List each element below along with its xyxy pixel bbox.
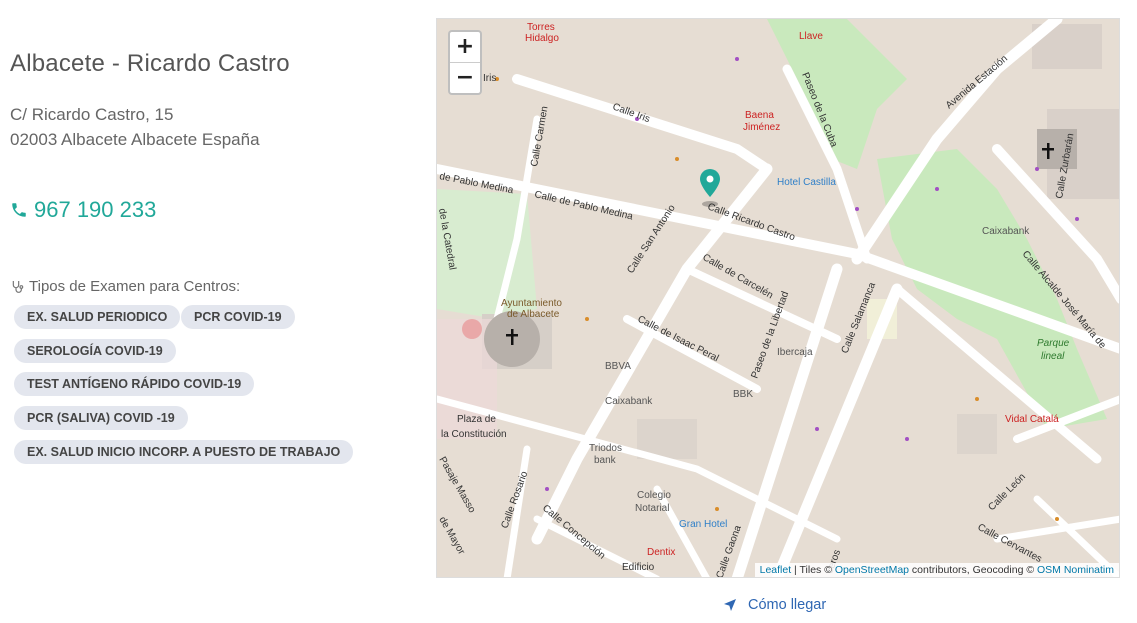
map-label: Jiménez — [743, 122, 780, 133]
exam-types-label: Tipos de Examen para Centros: — [29, 278, 241, 295]
map-tiles[interactable]: Torres Hidalgo Iris Calle Iris Calle Car… — [437, 19, 1120, 578]
map-label: la Constitución — [441, 429, 507, 440]
map-label: Triodos — [589, 443, 622, 454]
leaflet-link[interactable]: Leaflet — [760, 564, 792, 576]
map-label: Ibercaja — [777, 347, 813, 358]
phone-link[interactable]: 967 190 233 — [10, 197, 156, 223]
map-label: Parque — [1037, 338, 1070, 349]
map-label: Llave — [799, 31, 823, 42]
nominatim-link[interactable]: OSM Nominatim — [1037, 564, 1114, 576]
map-label: BBVA — [605, 361, 631, 372]
map-label: de Albacete — [507, 309, 560, 320]
directions-label: Cómo llegar — [748, 597, 827, 613]
stethoscope-icon — [12, 280, 24, 293]
exam-type-chip: EX. SALUD PERIODICO — [14, 305, 181, 329]
map-label: Iris — [483, 73, 496, 84]
zoom-control: + − — [448, 30, 482, 95]
exam-types-heading: Tipos de Examen para Centros: — [10, 278, 240, 295]
phone-icon — [12, 203, 26, 217]
exam-type-chip: SEROLOGÍA COVID-19 — [14, 339, 176, 363]
map-view[interactable]: Torres Hidalgo Iris Calle Iris Calle Car… — [436, 18, 1120, 578]
map-label: Hotel Castilla — [777, 177, 836, 188]
map-label: Caixabank — [982, 226, 1030, 237]
exam-type-chip: TEST ANTÍGENO RÁPIDO COVID-19 — [14, 372, 255, 396]
attribution-text: contributors, Geocoding © — [909, 564, 1037, 576]
attribution-text: | Tiles © — [791, 564, 835, 576]
exam-type-chip: PCR COVID-19 — [181, 305, 295, 329]
directions-link[interactable]: Cómo llegar — [722, 597, 826, 613]
map-label: Dentix — [647, 547, 675, 558]
osm-link[interactable]: OpenStreetMap — [835, 564, 909, 576]
exam-type-chip: EX. SALUD INICIO INCORP. A PUESTO DE TRA… — [14, 440, 354, 464]
map-label: bank — [594, 455, 617, 466]
map-label: Colegio — [637, 490, 671, 501]
map-label: Gran Hotel — [679, 519, 727, 530]
map-label: Vidal Catalá — [1005, 414, 1059, 425]
navigation-arrow-icon — [724, 599, 736, 611]
map-label: lineal — [1041, 351, 1065, 362]
address-street: C/ Ricardo Castro, 15 — [10, 105, 174, 124]
map-label: Torres — [527, 22, 555, 33]
address-city: 02003 Albacete Albacete España — [10, 130, 260, 149]
zoom-out-button[interactable]: − — [450, 63, 480, 93]
center-title: Albacete - Ricardo Castro — [10, 50, 290, 77]
map-label: Baena — [745, 110, 774, 121]
zoom-in-button[interactable]: + — [450, 32, 480, 63]
map-label: Plaza de — [457, 414, 496, 425]
phone-number: 967 190 233 — [34, 197, 157, 222]
map-label: Edificio — [622, 562, 655, 573]
map-label: Notarial — [635, 503, 669, 514]
map-label: Caixabank — [605, 396, 653, 407]
map-attribution: Leaflet | Tiles © OpenStreetMap contribu… — [754, 563, 1119, 577]
map-label: Hidalgo — [525, 33, 559, 44]
map-label: Ayuntamiento — [501, 298, 562, 309]
map-label: BBK — [733, 389, 753, 400]
exam-type-chip: PCR (SALIVA) COVID -19 — [14, 406, 188, 430]
